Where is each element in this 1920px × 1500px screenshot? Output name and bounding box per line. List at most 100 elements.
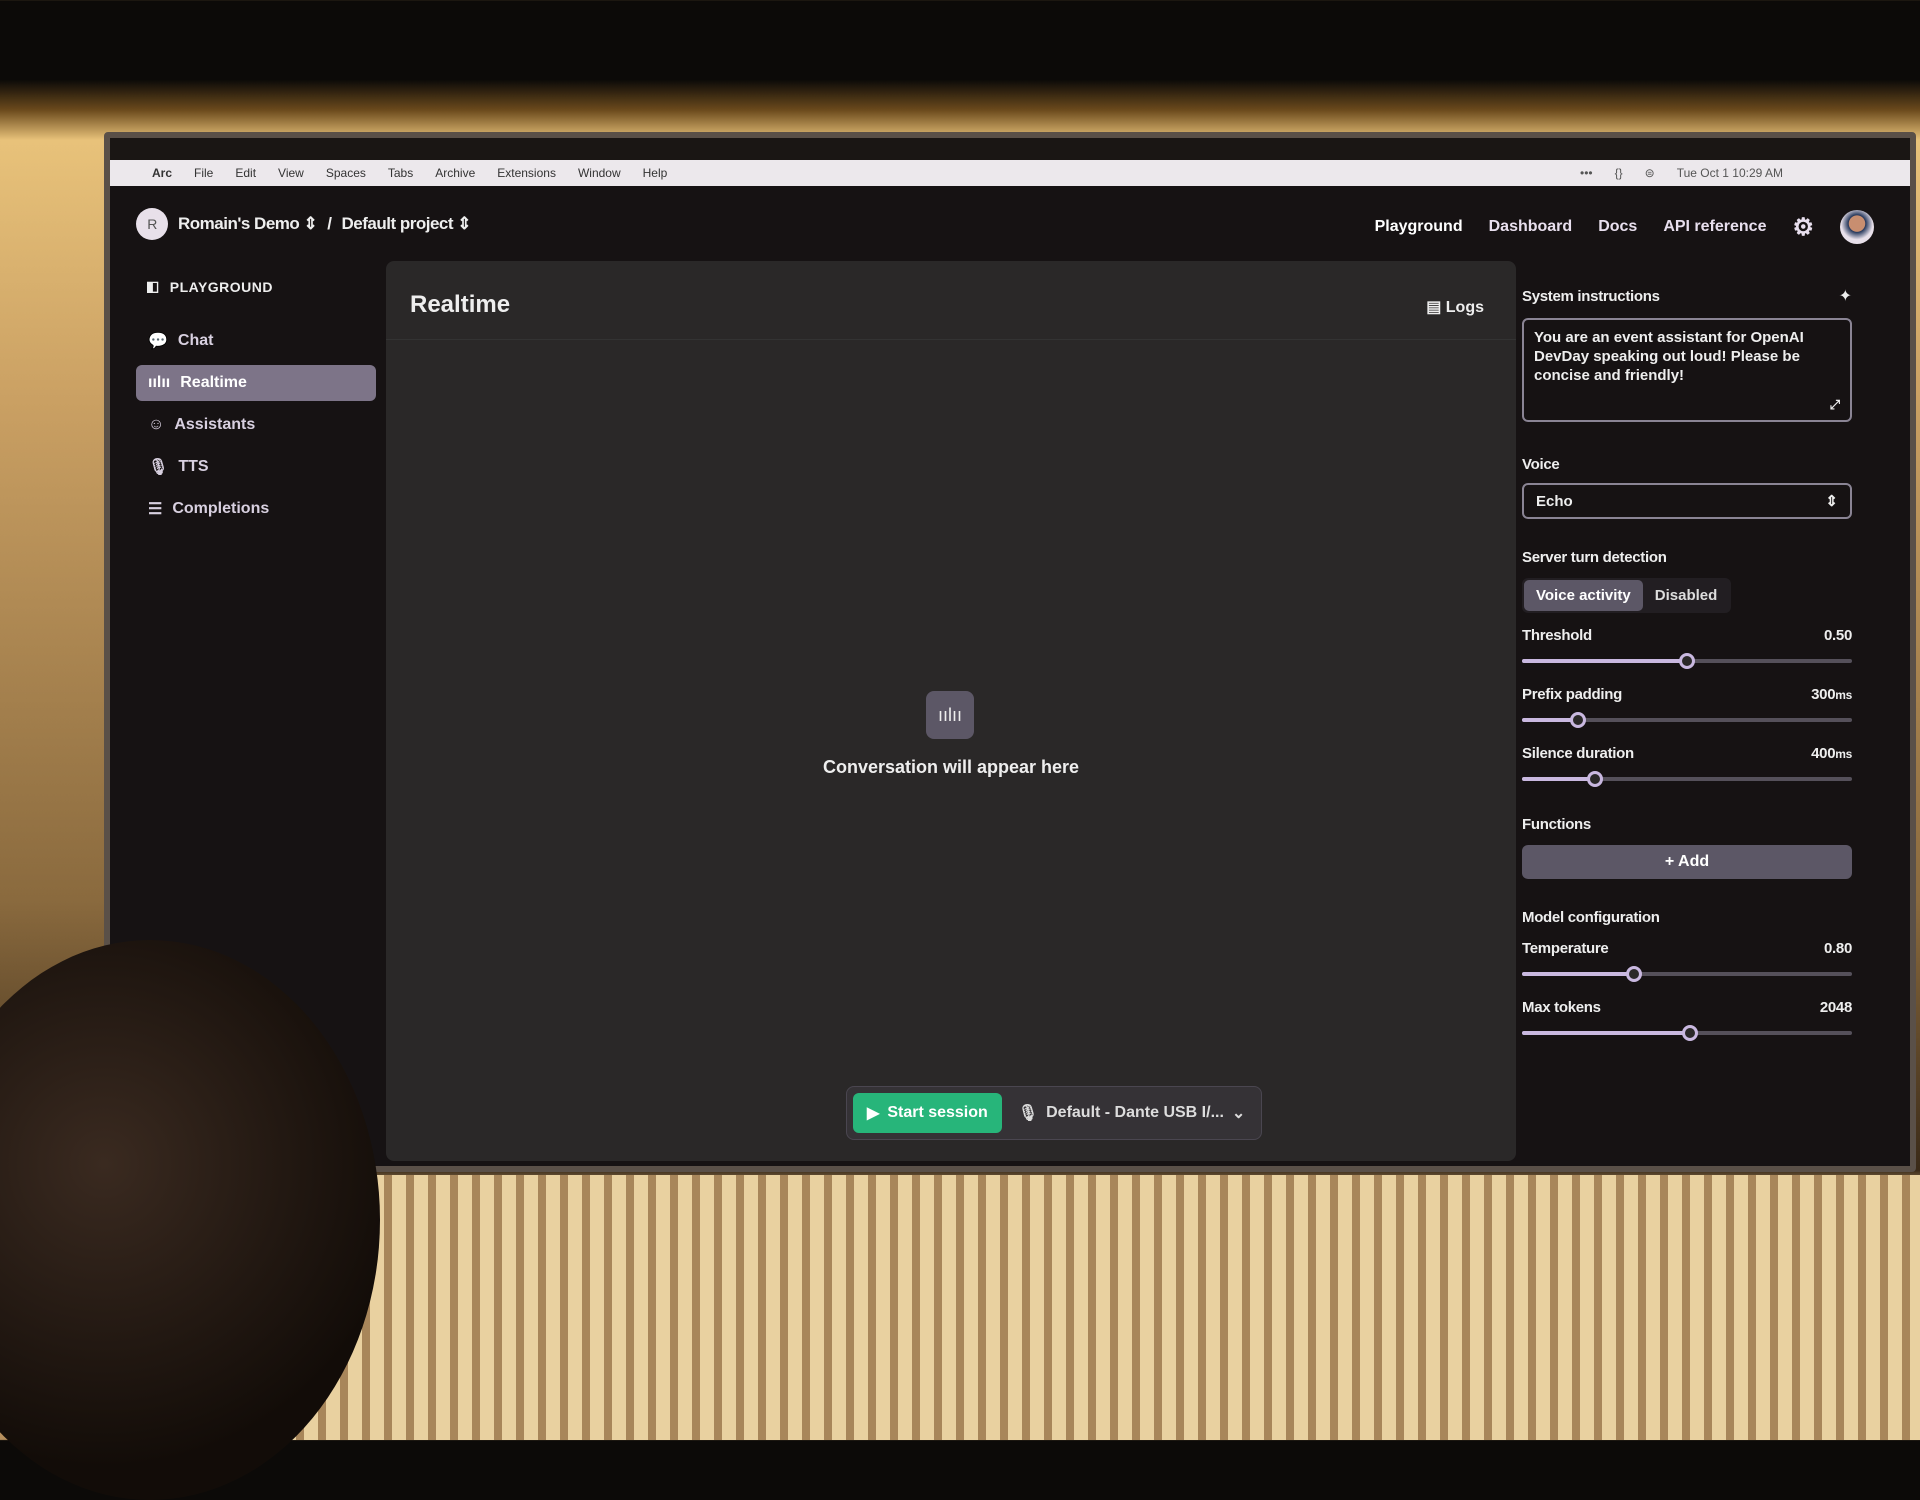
expand-icon[interactable]: ⤢ (1830, 395, 1840, 414)
chat-icon: 💬 (148, 333, 168, 350)
sidebar-item-assistants[interactable]: ☺ Assistants (136, 407, 376, 443)
value: 400 (1811, 745, 1836, 762)
slider-value: 2048 (1820, 999, 1852, 1016)
voice-select[interactable]: Echo ⇕ (1522, 483, 1852, 519)
sidebar-item-label: Realtime (180, 374, 247, 391)
sidebar-item-realtime[interactable]: ıılıı Realtime (136, 365, 376, 401)
nav-playground[interactable]: Playground (1375, 218, 1463, 236)
slider-thumb[interactable] (1570, 712, 1587, 728)
logs-button[interactable]: ▤ Logs (1426, 297, 1484, 317)
model-sliders: Temperature 0.80 Max tokens 2048 (1522, 940, 1852, 1044)
braces-icon[interactable]: {} (1615, 166, 1623, 180)
slider-prefix-padding: Prefix padding 300ms (1522, 686, 1852, 731)
slider-control[interactable] (1522, 709, 1852, 731)
nav-dashboard[interactable]: Dashboard (1489, 218, 1573, 236)
gear-icon[interactable]: ⚙ (1792, 213, 1814, 242)
chevron-updown-icon: ⇕ (303, 214, 318, 233)
play-icon: ▶ (867, 1105, 880, 1122)
org-switcher[interactable]: Romain's Demo ⇕ (178, 214, 318, 234)
sidebar-item-tts[interactable]: 🎙 TTS (136, 449, 376, 485)
sidebar-item-completions[interactable]: ☰ Completions (136, 491, 376, 527)
chevron-updown-icon: ⇕ (457, 214, 472, 233)
input-device-label: Default - Dante USB I/... (1046, 1104, 1224, 1121)
slider-max-tokens: Max tokens 2048 (1522, 999, 1852, 1044)
menu-arc[interactable]: Arc (152, 166, 172, 180)
value: 0.80 (1824, 940, 1852, 957)
slider-control[interactable] (1522, 1022, 1852, 1044)
menu-edit[interactable]: Edit (235, 166, 256, 180)
top-nav: Playground Dashboard Docs API reference … (1375, 210, 1874, 244)
org-name: Romain's Demo (178, 214, 300, 233)
slider-control[interactable] (1522, 963, 1852, 985)
openai-platform: R Romain's Demo ⇕ / Default project ⇕ Pl… (110, 186, 1910, 1166)
value: 2048 (1819, 999, 1852, 1016)
slider-thumb[interactable] (1679, 653, 1695, 669)
sidebar: ◧ PLAYGROUND 💬 Chat ıılıı Realtime ☺ Assista… (136, 278, 376, 533)
sidebar-item-chat[interactable]: 💬 Chat (136, 323, 376, 359)
more-icon[interactable]: ••• (1580, 166, 1593, 180)
unit: ms (1835, 747, 1852, 761)
turn-disabled[interactable]: Disabled (1643, 580, 1730, 611)
nav-docs[interactable]: Docs (1598, 218, 1637, 236)
session-controls: ▶ Start session 🎙 Default - Dante USB I/..… (846, 1086, 1262, 1140)
menu-extensions[interactable]: Extensions (497, 166, 556, 180)
user-avatar[interactable] (1840, 210, 1874, 244)
org-avatar[interactable]: R (136, 208, 168, 240)
menu-window[interactable]: Window (578, 166, 621, 180)
add-function-button[interactable]: + Add (1522, 845, 1852, 879)
slider-silence-duration: Silence duration 400ms (1522, 745, 1852, 790)
menu-view[interactable]: View (278, 166, 304, 180)
sidebar-section: ◧ PLAYGROUND (136, 278, 376, 295)
sidebar-item-label: TTS (178, 458, 209, 475)
divider (386, 339, 1516, 340)
clock[interactable]: Tue Oct 1 10:29 AM (1677, 166, 1783, 180)
empty-state-text: Conversation will appear here (822, 757, 1080, 777)
project-switcher[interactable]: Default project ⇕ (342, 214, 472, 234)
slider-fill (1522, 777, 1595, 781)
main-panel: Realtime ▤ Logs ıılıı Conversation will … (386, 261, 1516, 1161)
slider-thumb[interactable] (1626, 966, 1643, 982)
input-device-select[interactable]: 🎙 Default - Dante USB I/... ⌄ (1018, 1103, 1246, 1123)
background-wall-slats (260, 1175, 1920, 1440)
slider-thumb[interactable] (1586, 771, 1603, 787)
voice-label: Voice (1522, 456, 1560, 473)
settings-panel: System instructions ✦ You are an event as… (1522, 286, 1852, 1058)
menu-file[interactable]: File (194, 166, 213, 180)
unit: ms (1835, 688, 1852, 702)
menu-tabs[interactable]: Tabs (388, 166, 413, 180)
chevron-down-icon: ⌄ (1231, 1105, 1246, 1122)
sparkle-icon[interactable]: ✦ (1839, 286, 1852, 306)
system-instructions-input[interactable]: You are an event assistant for OpenAI De… (1522, 318, 1852, 422)
value: 300 (1811, 686, 1836, 703)
value: 0.50 (1824, 627, 1852, 644)
slider-thumb[interactable] (1682, 1025, 1699, 1041)
waveform-icon: ıılıı (926, 691, 974, 739)
slider-label: Max tokens (1522, 999, 1601, 1016)
waveform-icon: ıılıı (148, 374, 171, 391)
slider-label: Temperature (1522, 940, 1609, 957)
slider-fill (1522, 659, 1687, 663)
functions-label: Functions (1522, 816, 1591, 833)
turn-voice-activity[interactable]: Voice activity (1524, 580, 1643, 611)
menu-archive[interactable]: Archive (435, 166, 475, 180)
system-instructions-text: You are an event assistant for OpenAI De… (1534, 329, 1804, 384)
turn-detection-toggle: Voice activity Disabled (1522, 578, 1732, 613)
sidebar-section-label: PLAYGROUND (169, 278, 274, 295)
microphone-icon: 🎙 (148, 459, 169, 476)
control-center-icon[interactable]: ⊜ (1645, 166, 1655, 180)
turn-detection-label: Server turn detection (1522, 549, 1667, 566)
project-name: Default project (341, 214, 454, 233)
menu-spaces[interactable]: Spaces (326, 166, 366, 180)
system-instructions-label: System instructions (1522, 287, 1660, 305)
start-session-button[interactable]: ▶ Start session (853, 1093, 1002, 1133)
voice-value: Echo (1536, 492, 1573, 510)
slider-control[interactable] (1522, 650, 1852, 672)
logs-label: Logs (1445, 299, 1484, 316)
sidebar-item-label: Completions (172, 500, 270, 517)
slider-threshold: Threshold 0.50 (1522, 627, 1852, 672)
menu-help[interactable]: Help (643, 166, 668, 180)
slider-control[interactable] (1522, 768, 1852, 790)
sidebar-toggle-icon[interactable]: ◧ (146, 278, 160, 295)
nav-api-reference[interactable]: API reference (1663, 218, 1766, 236)
start-session-label: Start session (887, 1104, 988, 1121)
